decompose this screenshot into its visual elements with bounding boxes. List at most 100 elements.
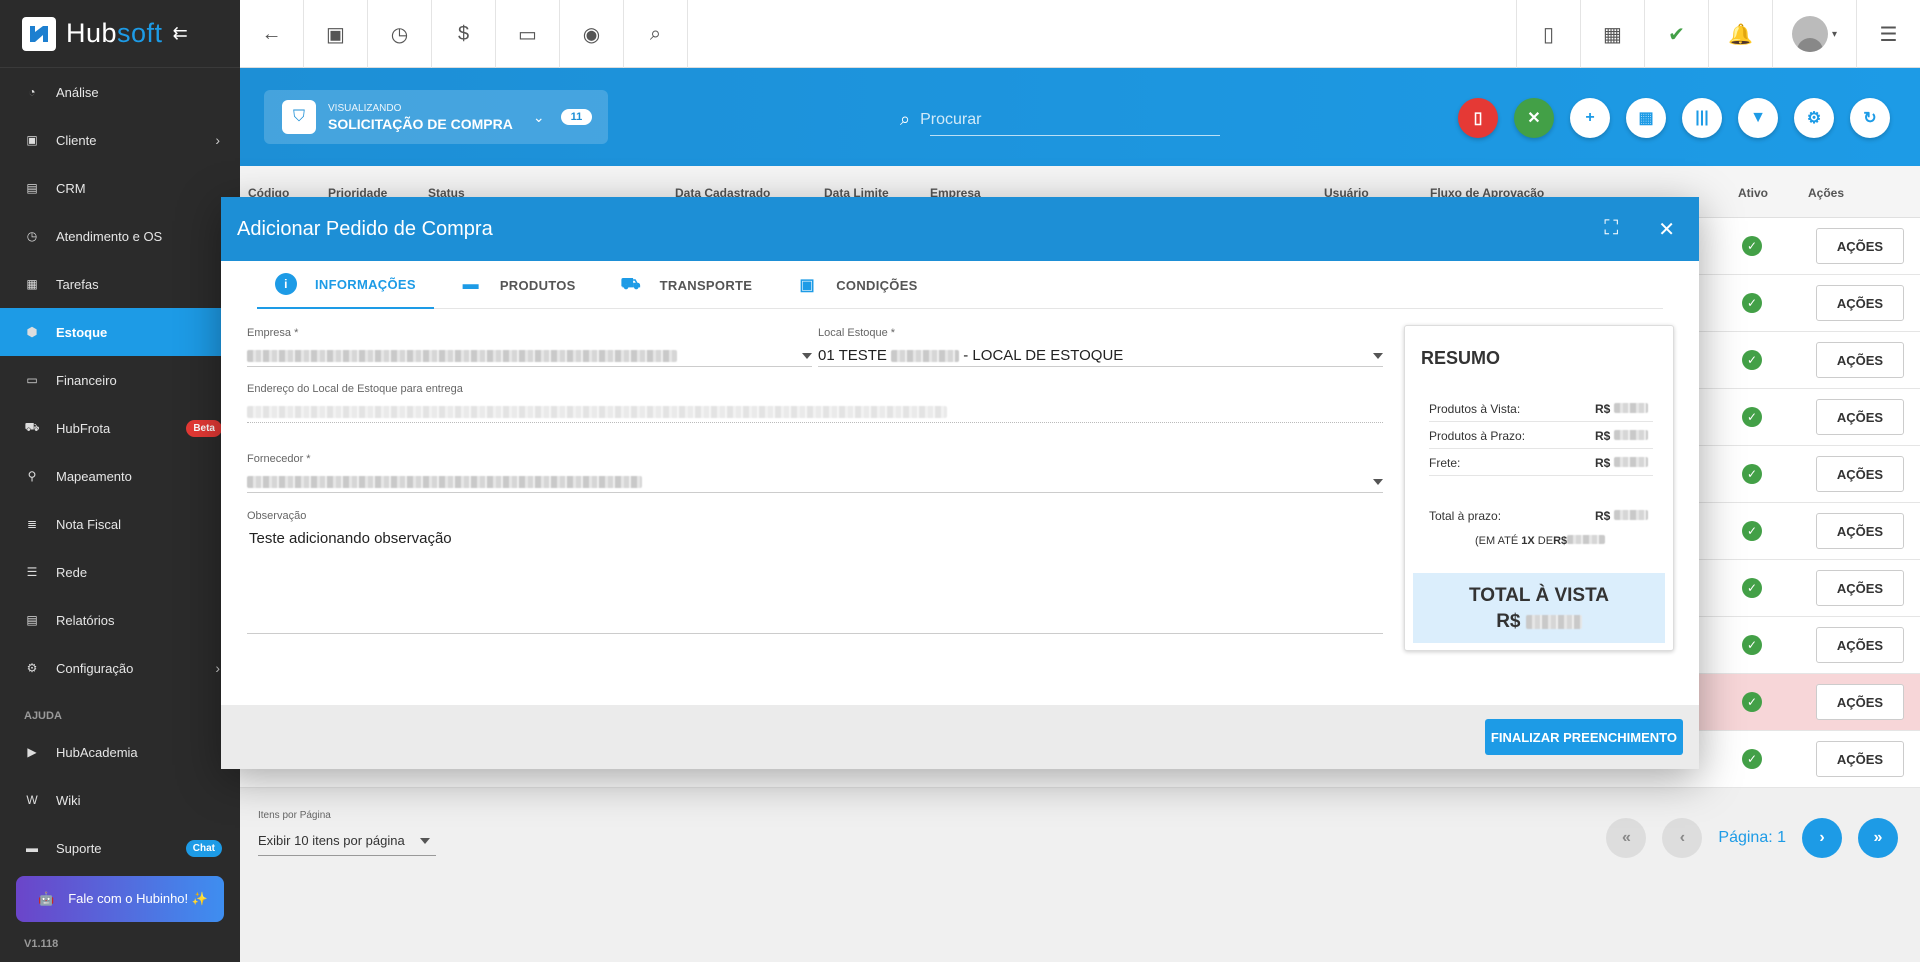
tab-condicoes[interactable]: ▣ CONDIÇÕES [778,261,935,309]
next-page-button[interactable]: › [1802,818,1842,858]
close-icon[interactable]: ✕ [1658,217,1675,242]
table-view-icon[interactable]: ▦ [1626,98,1666,138]
calendar-icon[interactable]: ▦ [1580,0,1644,68]
terminal-icon[interactable]: ▭ [496,0,560,68]
alarm-bell-icon[interactable]: 🔔 [1708,0,1772,68]
sidebar-item-tarefas[interactable]: ▦ Tarefas [0,260,240,308]
sidebar-item-financeiro[interactable]: ▭ Financeiro [0,356,240,404]
export-pdf-button[interactable]: ▯ [1458,98,1498,138]
local-estoque-field[interactable]: Local Estoque * 01 TESTE - LOCAL DE ESTO… [818,327,1383,367]
tab-informacoes[interactable]: i INFORMAÇÕES [257,261,434,309]
finalize-button[interactable]: FINALIZAR PREENCHIMENTO [1484,719,1683,755]
back-arrow-icon[interactable]: ← [240,0,304,68]
sidebar-item-configuracao[interactable]: ⚙ Configuração › [0,644,240,692]
sidebar-item-nota-fiscal[interactable]: ≣ Nota Fiscal [0,500,240,548]
actions-button[interactable]: AÇÕES [1816,456,1904,492]
columns-icon[interactable]: ||| [1682,98,1722,138]
refresh-icon[interactable]: ↻ [1850,98,1890,138]
redacted-value [247,475,642,488]
modal-title: Adicionar Pedido de Compra [237,217,493,240]
dollar-icon[interactable]: $ [432,0,496,68]
last-page-button[interactable]: » [1858,818,1898,858]
fornecedor-select[interactable] [247,471,1383,493]
sidebar-item-crm[interactable]: ▤ CRM [0,164,240,212]
hubsoft-logo[interactable] [22,16,56,51]
fornecedor-field[interactable]: Fornecedor * [247,453,1383,493]
first-page-button[interactable]: « [1606,818,1647,858]
endereco-value [247,401,1383,423]
view-selector[interactable]: ⛉ VISUALIZANDO SOLICITAÇÃO DE COMPRA ⌄ 1… [264,90,608,144]
column-header[interactable]: Ativo [1738,186,1768,200]
redacted-value [891,350,960,363]
actions-button[interactable]: AÇÕES [1816,513,1904,549]
actions-button[interactable]: AÇÕES [1816,684,1904,720]
tab-transporte[interactable]: ⛟ TRANSPORTE [602,261,771,309]
pdf-file-icon[interactable]: ▯ [1516,0,1580,68]
search-icon[interactable]: ⌕ [624,0,688,68]
search-input[interactable] [920,110,1181,129]
tab-produtos[interactable]: ▬ PRODUTOS [442,261,594,309]
brand: Hubsoft ⇇ [0,0,240,68]
observacao-textarea[interactable]: Teste adicionando observação [247,530,1383,634]
export-excel-button[interactable]: ✕ [1514,98,1554,138]
actions-button[interactable]: AÇÕES [1816,228,1904,264]
per-page-select[interactable]: Exibir 10 itens por página [258,826,436,856]
summary-row-frete: Frete: R$ [1429,456,1653,476]
endereco-label: Endereço do Local de Estoque para entreg… [247,383,463,395]
sidebar-item-estoque[interactable]: ⬢ Estoque [0,308,240,356]
hubinho-button[interactable]: 🤖 Fale com o Hubinho! ✨ [16,876,224,922]
gear-icon[interactable]: ⚙ [1794,98,1834,138]
calendar-clock-icon[interactable]: ◷ [368,0,432,68]
actions-button[interactable]: AÇÕES [1816,285,1904,321]
calendar-clock-icon: ◷ [26,229,38,243]
local-estoque-select[interactable]: 01 TESTE - LOCAL DE ESTOQUE [818,345,1383,367]
page-indicator: Página: 1 [1718,829,1786,846]
tab-label: TRANSPORTE [659,277,753,293]
sidebar-item-rede[interactable]: ☰ Rede [0,548,240,596]
sidebar-item-label: Estoque [56,324,108,340]
sidebar-item-mapeamento[interactable]: ⚲ Mapeamento [0,452,240,500]
sidebar-item-analise[interactable]: ◔ Análise [0,68,240,116]
actions-button[interactable]: AÇÕES [1816,741,1904,777]
summary-row-total-prazo: Total à prazo: R$ [1429,509,1653,528]
empresa-select[interactable] [247,345,812,367]
summary-value: R$ [1595,456,1648,470]
search-bar: ⌕ [900,104,1220,136]
observacao-field[interactable]: Observação Teste adicionando observação [247,510,1383,634]
actions-button[interactable]: AÇÕES [1816,399,1904,435]
caret-down-icon [420,837,430,844]
collapse-menu-icon[interactable]: ⇇ [173,23,188,44]
sidebar-item-label: Nota Fiscal [56,516,122,532]
sidebar-item-label: Wiki [56,792,81,808]
sidebar-item-hubfrota[interactable]: ⛟ HubFrota Beta [0,404,240,452]
sidebar-item-cliente[interactable]: ▣ Cliente › [0,116,240,164]
active-check-icon: ✓ [1742,464,1762,484]
eye-icon[interactable]: ◉ [560,0,624,68]
user-avatar[interactable]: ▾ [1772,0,1856,68]
avatar-icon [1791,16,1828,52]
actions-button[interactable]: AÇÕES [1816,627,1904,663]
filter-icon[interactable]: ▼ [1738,98,1778,138]
add-button[interactable]: + [1570,98,1610,138]
prev-page-button[interactable]: ‹ [1662,818,1703,858]
actions-button[interactable]: AÇÕES [1816,570,1904,606]
robot-icon: 🤖 [38,891,55,906]
summary-row-prazo: Produtos à Prazo: R$ [1429,429,1653,449]
sidebar-item-relatorios[interactable]: ▤ Relatórios [0,596,240,644]
task-check-icon[interactable]: ✔ [1644,0,1708,68]
beta-badge: Beta [186,419,222,437]
local-estoque-value: 01 TESTE - LOCAL DE ESTOQUE [818,347,1124,364]
sidebar-item-hubacademia[interactable]: ▶ HubAcademia [0,728,240,776]
total-vista-label: TOTAL À VISTA [1468,585,1610,606]
sidebar-item-wiki[interactable]: W Wiki [0,776,240,824]
sidebar-item-label: Configuração [56,660,134,676]
empresa-field[interactable]: Empresa * [247,327,812,367]
sidebar-item-suporte[interactable]: ▬ Suporte Chat [0,824,240,872]
sidebar-item-label: HubFrota [56,420,111,436]
actions-button[interactable]: AÇÕES [1816,342,1904,378]
list-menu-icon[interactable]: ☰ [1856,0,1920,68]
sidebar-item-atendimento[interactable]: ◷ Atendimento e OS [0,212,240,260]
contact-icon[interactable]: ▣ [304,0,368,68]
fullscreen-icon[interactable]: ⛶ [1604,217,1618,242]
sidebar-item-label: Mapeamento [56,468,132,484]
